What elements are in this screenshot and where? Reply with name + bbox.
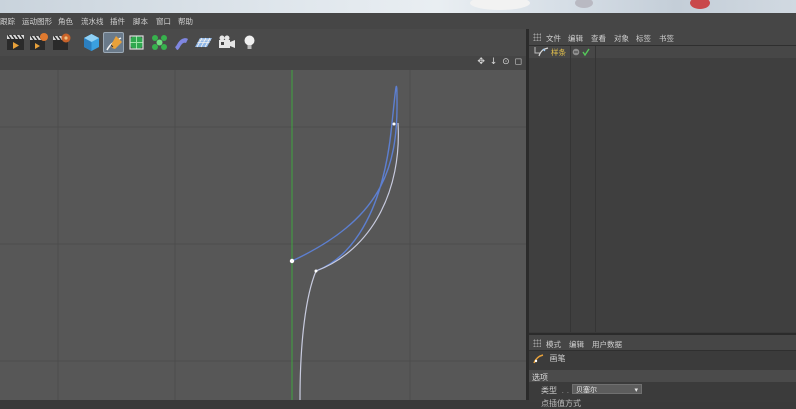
floor-button[interactable] — [193, 32, 214, 53]
main-toolbar — [0, 29, 527, 57]
selected-spline-segment[interactable] — [291, 85, 398, 272]
floor-icon — [195, 37, 212, 48]
attribute-section-tab[interactable]: 选项 — [529, 370, 796, 382]
light-button[interactable] — [239, 32, 260, 53]
menubar: 跟踪 运动图形 角色 流水线 插件 脚本 窗口 帮助 — [0, 13, 796, 30]
spline-point[interactable] — [392, 122, 396, 126]
cloner-button[interactable] — [149, 32, 170, 53]
cube-button[interactable] — [81, 32, 102, 53]
render-settings-button[interactable] — [51, 32, 72, 53]
type-label: 类型 — [541, 386, 557, 395]
om-menu-view[interactable]: 查看 — [591, 33, 606, 44]
panel-grip-icon[interactable] — [533, 33, 541, 41]
subdivision-surface-button[interactable] — [126, 32, 147, 53]
type-select-value: 贝塞尔 — [576, 386, 597, 394]
attribute-object-header: 画笔 — [533, 353, 566, 364]
menu-help[interactable]: 帮助 — [178, 16, 193, 27]
object-visibility-check-icon[interactable] — [572, 47, 594, 57]
object-column-divider — [595, 46, 596, 332]
pen-icon — [533, 353, 544, 363]
om-menu-tags[interactable]: 标签 — [636, 33, 651, 44]
spline-point[interactable] — [289, 258, 295, 264]
attribute-manager: 模式 编辑 用户数据 画笔 选项 类型 . . . . . . . . 贝塞尔 … — [529, 333, 796, 408]
am-menu-edit[interactable]: 编辑 — [569, 339, 584, 350]
menu-mograph[interactable]: 运动图形 — [22, 16, 52, 27]
spline-path[interactable] — [299, 122, 399, 400]
attribute-object-label: 画笔 — [549, 354, 566, 363]
om-menu-bookmarks[interactable]: 书签 — [659, 33, 674, 44]
bend-deformer-icon — [175, 38, 188, 50]
cube-icon — [84, 34, 99, 51]
spline-object-icon — [538, 47, 549, 57]
pen-spline-button[interactable] — [103, 32, 124, 53]
chevron-down-icon: ▾ — [634, 386, 638, 394]
menu-window[interactable]: 窗口 — [156, 16, 171, 27]
object-manager-menubar: 文件 编辑 查看 对象 标签 书签 — [529, 29, 796, 46]
render-settings-icon — [53, 33, 71, 50]
am-menu-mode[interactable]: 模式 — [546, 339, 561, 350]
menu-plugins[interactable]: 插件 — [110, 16, 125, 27]
object-name[interactable]: 样条 — [551, 47, 566, 58]
type-select[interactable]: 贝塞尔 ▾ — [572, 384, 642, 394]
am-menu-userdata[interactable]: 用户数据 — [592, 339, 622, 350]
object-column-divider — [570, 46, 571, 332]
cloner-icon — [152, 35, 167, 50]
viewport-canvas[interactable] — [0, 70, 526, 400]
menu-script[interactable]: 脚本 — [133, 16, 148, 27]
subdivision-surface-icon — [129, 35, 144, 50]
type-parameter: 类型 . . . . . . . . 贝塞尔 ▾ — [541, 384, 642, 396]
pen-spline-icon — [106, 36, 122, 51]
bend-deformer-button[interactable] — [171, 32, 192, 53]
interpolation-label: 点插值方式 — [541, 399, 581, 408]
viewport-navigation-icons[interactable]: ✥ ↓ ⊙ ◻ — [477, 57, 523, 67]
menu-pipeline[interactable]: 流水线 — [81, 16, 104, 27]
attribute-manager-menubar: 模式 编辑 用户数据 — [529, 335, 796, 351]
viewport-grid — [0, 70, 526, 400]
menu-character[interactable]: 角色 — [58, 16, 73, 27]
render-to-picture-viewer-icon — [30, 33, 48, 50]
light-icon — [244, 35, 255, 49]
background-photo-strip — [0, 0, 796, 13]
render-to-picture-viewer-button[interactable] — [28, 32, 49, 53]
camera-button[interactable] — [216, 32, 237, 53]
attribute-section-label: 选项 — [532, 373, 548, 382]
render-view-icon — [7, 34, 24, 50]
spline-point[interactable] — [314, 269, 318, 273]
om-menu-edit[interactable]: 编辑 — [568, 33, 583, 44]
render-view-button[interactable] — [5, 32, 26, 53]
om-menu-object[interactable]: 对象 — [614, 33, 629, 44]
viewport[interactable] — [0, 70, 526, 400]
menu-tracking[interactable]: 跟踪 — [0, 16, 15, 27]
om-menu-file[interactable]: 文件 — [546, 33, 561, 44]
panel-grip-icon[interactable] — [533, 339, 541, 347]
viewport-header: ✥ ↓ ⊙ ◻ — [0, 56, 527, 71]
camera-icon — [219, 35, 235, 48]
object-manager: 文件 编辑 查看 对象 标签 书签 样条 — [529, 29, 796, 332]
